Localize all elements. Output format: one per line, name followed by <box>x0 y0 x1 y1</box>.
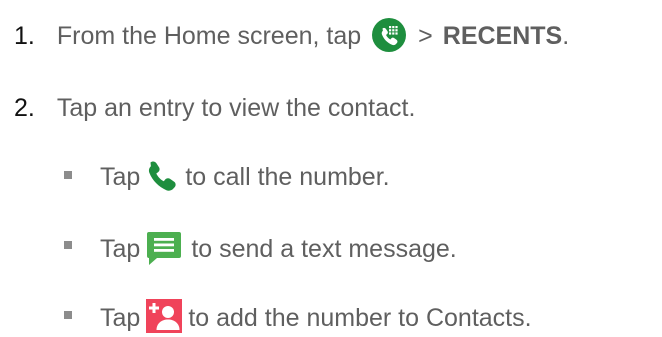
substep-add-contact: Tap to add the number to Contacts. <box>100 299 532 333</box>
step-number: 2. <box>14 94 35 122</box>
substep-text: to add the number to Contacts. <box>188 303 532 332</box>
step-2: 2. Tap an entry to view the contact. <box>14 96 415 121</box>
phone-call-icon <box>146 159 179 192</box>
bullet <box>64 171 72 179</box>
substep-text: to call the number. <box>185 163 390 191</box>
separator: > <box>418 22 433 50</box>
substep-prefix: Tap <box>100 303 141 332</box>
recents-label: RECENTS <box>442 22 563 50</box>
substep-message: Tap to send a text message. <box>100 230 457 266</box>
step-1: 1. From the Home screen, tap > RECENTS . <box>14 18 570 52</box>
substep-prefix: Tap <box>100 235 141 263</box>
step-number: 1. <box>14 22 35 50</box>
substep-call: Tap to call the number. <box>100 161 390 192</box>
message-icon <box>146 230 182 266</box>
step-text: Tap an entry to view the contact. <box>56 94 416 122</box>
substep-text: to send a text message. <box>191 235 457 263</box>
substep-prefix: Tap <box>100 163 141 191</box>
phone-app-icon <box>372 18 407 52</box>
period: . <box>562 22 570 50</box>
bullet <box>64 311 72 319</box>
step-text: From the Home screen, tap <box>56 22 362 50</box>
add-contact-icon <box>146 299 183 333</box>
bullet <box>64 241 72 249</box>
